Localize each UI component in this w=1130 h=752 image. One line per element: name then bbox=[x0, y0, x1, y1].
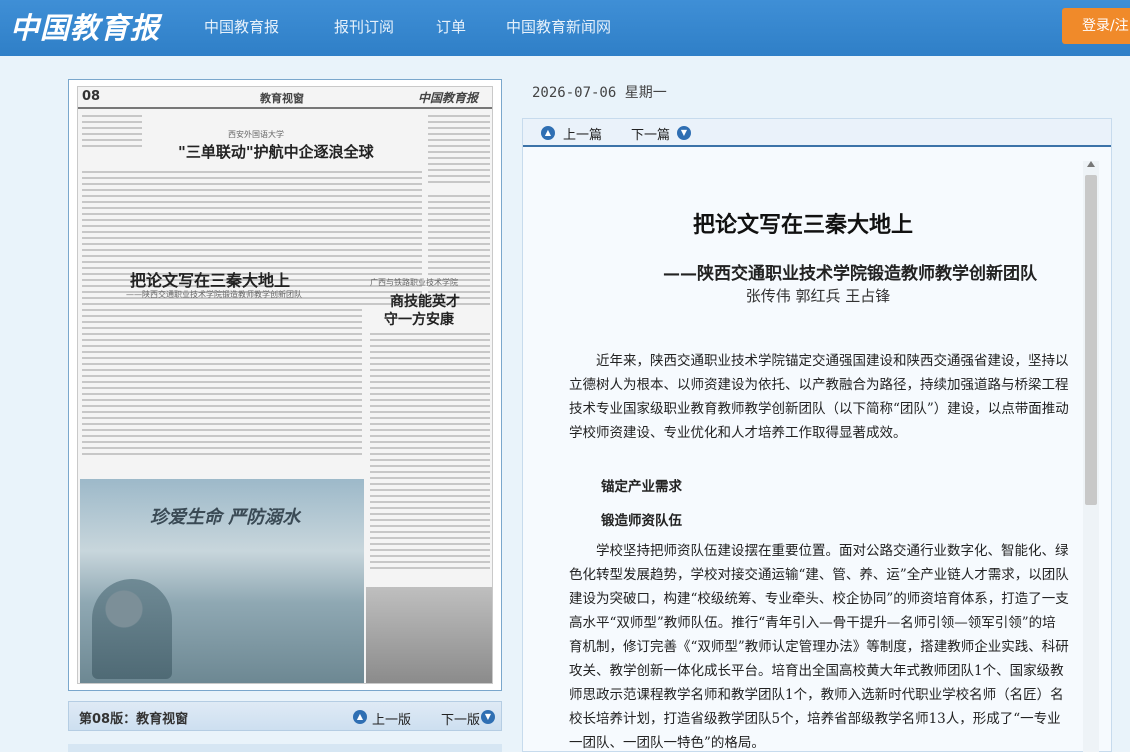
next-page-link[interactable]: 下一版 bbox=[441, 709, 480, 728]
scroll-thumb[interactable] bbox=[1085, 175, 1097, 505]
article-paragraph-1: 近年来，陕西交通职业技术学院锚定交通强国建设和陕西交通强省建设，坚持以立德树人为… bbox=[569, 353, 1069, 441]
text-column bbox=[82, 309, 362, 459]
login-button[interactable]: 登录/注 bbox=[1062, 8, 1130, 44]
headline-1[interactable]: "三单联动"护航中企逐浪全球 bbox=[178, 141, 374, 162]
scroll-up-arrow-icon[interactable] bbox=[1087, 161, 1095, 167]
nav-link-newspaper[interactable]: 中国教育报 bbox=[204, 15, 279, 39]
article-panel: ▲ 上一篇 下一篇 ▼ 把论文写在三秦大地上 ——陕西交通职业技术学院锻造教师教… bbox=[522, 118, 1112, 752]
page-number: 08 bbox=[82, 89, 101, 104]
article-section-heading-1: 锚定产业需求 bbox=[601, 479, 682, 495]
article-body: 把论文写在三秦大地上 ——陕西交通职业技术学院锻造教师教学创新团队 张传伟 郭红… bbox=[523, 149, 1111, 752]
news-photo[interactable] bbox=[366, 587, 492, 683]
newspaper-page-image[interactable]: 08 教育视窗 中国教育报 西安外国语大学 "三单联动"护航中企逐浪全球 把论文… bbox=[77, 86, 493, 684]
headline-3-kicker: 广西与铁路职业技术学院 bbox=[370, 278, 458, 287]
site-logo[interactable]: 中国教育报 bbox=[10, 6, 160, 50]
arrow-up-icon[interactable]: ▲ bbox=[541, 126, 555, 140]
article-scrollbar[interactable] bbox=[1083, 161, 1099, 752]
arrow-up-icon[interactable]: ▲ bbox=[353, 710, 367, 724]
top-navigation-bar: 中国教育报 中国教育报 报刊订阅 订单 中国教育新闻网 登录/注 bbox=[0, 0, 1130, 56]
arrow-down-icon[interactable]: ▼ bbox=[481, 710, 495, 724]
article-subtitle: ——陕西交通职业技术学院锻造教师教学创新团队 bbox=[663, 264, 1037, 284]
nav-link-orders[interactable]: 订单 bbox=[436, 15, 466, 39]
page-section-name: 教育视窗 bbox=[260, 92, 304, 105]
drowning-prevention-poster[interactable]: 珍爱生命 严防溺水 bbox=[80, 479, 364, 683]
text-column bbox=[82, 115, 142, 151]
article-section-heading-2: 锻造师资队伍 bbox=[601, 513, 682, 529]
page-thumbnail-strip bbox=[68, 744, 502, 752]
article-authors: 张传伟 郭红兵 王占锋 bbox=[745, 287, 891, 305]
headline-2-subtitle: ——陕西交通职业技术学院锻造教师教学创新团队 bbox=[126, 290, 302, 299]
article-title: 把论文写在三秦大地上 bbox=[692, 213, 913, 238]
prev-article-link[interactable]: 上一篇 bbox=[563, 124, 602, 143]
newspaper-page-frame: 08 教育视窗 中国教育报 西安外国语大学 "三单联动"护航中企逐浪全球 把论文… bbox=[68, 79, 502, 691]
current-page-label: 第08版：教育视窗 bbox=[79, 712, 189, 727]
text-column bbox=[370, 333, 490, 573]
nav-link-news-site[interactable]: 中国教育新闻网 bbox=[506, 15, 611, 39]
poster-illustration bbox=[92, 579, 172, 679]
article-paragraph-2: 学校坚持把师资队伍建设摆在重要位置。面对公路交通行业数字化、智能化、绿色化转型发… bbox=[569, 543, 1069, 751]
next-article-link[interactable]: 下一篇 bbox=[631, 124, 670, 143]
page-navigator: 第08版：教育视窗 ▲ 上一版 下一版 ▼ bbox=[68, 701, 502, 731]
nav-link-subscribe[interactable]: 报刊订阅 bbox=[334, 15, 394, 39]
headline-1-kicker: 西安外国语大学 bbox=[228, 130, 284, 139]
poster-title: 珍爱生命 严防溺水 bbox=[150, 507, 301, 528]
page-paper-logo: 中国教育报 bbox=[418, 91, 479, 105]
headline-3a[interactable]: 商技能英才 bbox=[390, 291, 460, 311]
issue-date: 2026-07-06 星期一 bbox=[532, 85, 667, 101]
text-column bbox=[428, 115, 490, 187]
headline-3b[interactable]: 守一方安康 bbox=[384, 309, 454, 329]
article-toolbar: ▲ 上一篇 下一篇 ▼ bbox=[523, 119, 1111, 147]
prev-page-link[interactable]: 上一版 bbox=[372, 709, 411, 728]
page-header: 08 教育视窗 中国教育报 bbox=[78, 87, 492, 109]
headline-2[interactable]: 把论文写在三秦大地上 bbox=[130, 267, 290, 291]
arrow-down-icon[interactable]: ▼ bbox=[677, 126, 691, 140]
